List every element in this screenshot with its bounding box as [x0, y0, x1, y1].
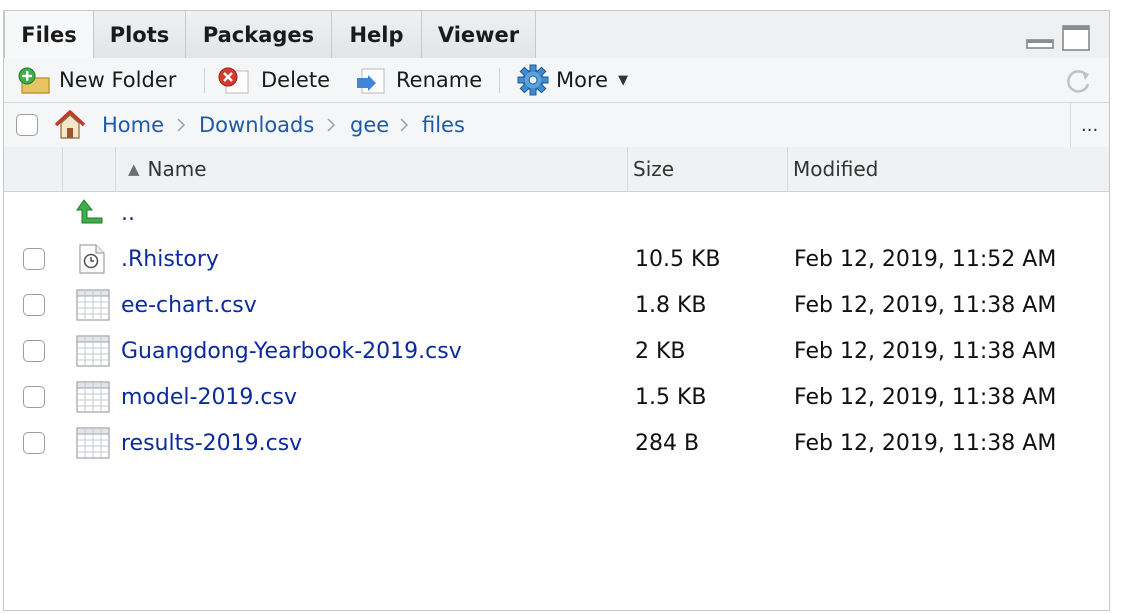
table-row[interactable]: .Rhistory 10.5 KB Feb 12, 2019, 11:52 AM [4, 236, 1109, 282]
home-icon[interactable] [52, 109, 88, 141]
column-divider [62, 147, 63, 191]
chevron-right-icon [398, 103, 410, 147]
file-modified: Feb 12, 2019, 11:52 AM [794, 246, 1057, 272]
new-folder-button[interactable]: New Folder [16, 64, 176, 96]
tab-packages[interactable]: Packages [186, 11, 332, 58]
tab-viewer[interactable]: Viewer [422, 11, 536, 58]
chevron-right-icon [325, 103, 337, 147]
more-button[interactable]: More ▼ [516, 64, 628, 96]
column-divider [627, 147, 628, 191]
file-name-link[interactable]: ee-chart.csv [121, 282, 257, 328]
row-checkbox[interactable] [23, 248, 45, 270]
more-label: More [556, 68, 609, 92]
minimize-icon[interactable] [1026, 38, 1054, 50]
parent-directory-link[interactable]: .. [121, 190, 135, 236]
table-row[interactable]: results-2019.csv 284 B Feb 12, 2019, 11:… [4, 420, 1109, 466]
file-name-link[interactable]: model-2019.csv [121, 374, 297, 420]
breadcrumb-gee[interactable]: gee [350, 103, 389, 147]
file-size: 10.5 KB [635, 246, 721, 272]
table-row[interactable]: ee-chart.csv 1.8 KB Feb 12, 2019, 11:38 … [4, 282, 1109, 328]
tab-plots[interactable]: Plots [94, 11, 186, 58]
file-size: 284 B [635, 430, 700, 456]
column-header-name[interactable]: ▲ Name [128, 147, 207, 191]
delete-icon [218, 67, 249, 94]
new-folder-label: New Folder [59, 68, 177, 92]
breadcrumb-downloads[interactable]: Downloads [199, 103, 314, 147]
column-header-modified[interactable]: Modified [793, 147, 878, 191]
history-file-icon [79, 244, 105, 274]
rename-icon [357, 68, 385, 94]
csv-file-icon [76, 289, 110, 321]
delete-label: Delete [261, 68, 330, 92]
row-checkbox[interactable] [23, 340, 45, 362]
parent-directory-row[interactable]: .. [4, 190, 1109, 236]
row-checkbox[interactable] [23, 386, 45, 408]
file-modified: Feb 12, 2019, 11:38 AM [794, 384, 1057, 410]
breadcrumb: Home Downloads gee files ... [4, 103, 1109, 148]
csv-file-icon [76, 381, 110, 413]
chevron-down-icon: ▼ [618, 72, 629, 88]
tab-files[interactable]: Files [4, 11, 94, 59]
chevron-right-icon [175, 103, 187, 147]
file-size: 1.5 KB [635, 384, 707, 410]
toolbar-divider [204, 68, 205, 93]
csv-file-icon [76, 427, 110, 459]
tab-help[interactable]: Help [332, 11, 422, 58]
row-checkbox[interactable] [23, 294, 45, 316]
rename-button[interactable]: Rename [354, 64, 482, 96]
file-size: 2 KB [635, 338, 686, 364]
file-size: 1.8 KB [635, 292, 707, 318]
toolbar-divider [1070, 103, 1071, 147]
delete-button[interactable]: Delete [216, 64, 330, 96]
breadcrumb-files[interactable]: files [422, 103, 465, 147]
rename-label: Rename [396, 68, 483, 92]
gear-icon [517, 64, 549, 96]
files-pane: Files Plots Packages Help Viewer New Fol… [3, 10, 1110, 611]
column-divider [787, 147, 788, 191]
breadcrumb-home[interactable]: Home [102, 103, 164, 147]
column-header-row: ▲ Name Size Modified [4, 147, 1109, 192]
up-arrow-icon [76, 199, 103, 224]
column-divider [115, 147, 116, 191]
sort-ascending-icon: ▲ [128, 160, 140, 178]
go-to-directory-button[interactable]: ... [1081, 103, 1098, 147]
refresh-icon[interactable] [1064, 66, 1094, 96]
table-row[interactable]: Guangdong-Yearbook-2019.csv 2 KB Feb 12,… [4, 328, 1109, 374]
maximize-icon[interactable] [1062, 25, 1090, 51]
select-all-checkbox[interactable] [16, 114, 38, 136]
file-modified: Feb 12, 2019, 11:38 AM [794, 292, 1057, 318]
tab-bar: Files Plots Packages Help Viewer [4, 10, 1109, 59]
column-header-name-label: Name [147, 157, 207, 181]
file-modified: Feb 12, 2019, 11:38 AM [794, 430, 1057, 456]
csv-file-icon [76, 335, 110, 367]
row-checkbox[interactable] [23, 432, 45, 454]
file-name-link[interactable]: results-2019.csv [121, 420, 302, 466]
toolbar: New Folder Delete Rename More ▼ [4, 58, 1109, 103]
file-modified: Feb 12, 2019, 11:38 AM [794, 338, 1057, 364]
column-header-size[interactable]: Size [633, 147, 674, 191]
toolbar-divider [499, 68, 500, 93]
table-row[interactable]: model-2019.csv 1.5 KB Feb 12, 2019, 11:3… [4, 374, 1109, 420]
file-name-link[interactable]: Guangdong-Yearbook-2019.csv [121, 328, 462, 374]
file-name-link[interactable]: .Rhistory [121, 236, 219, 282]
new-folder-icon [18, 67, 50, 94]
